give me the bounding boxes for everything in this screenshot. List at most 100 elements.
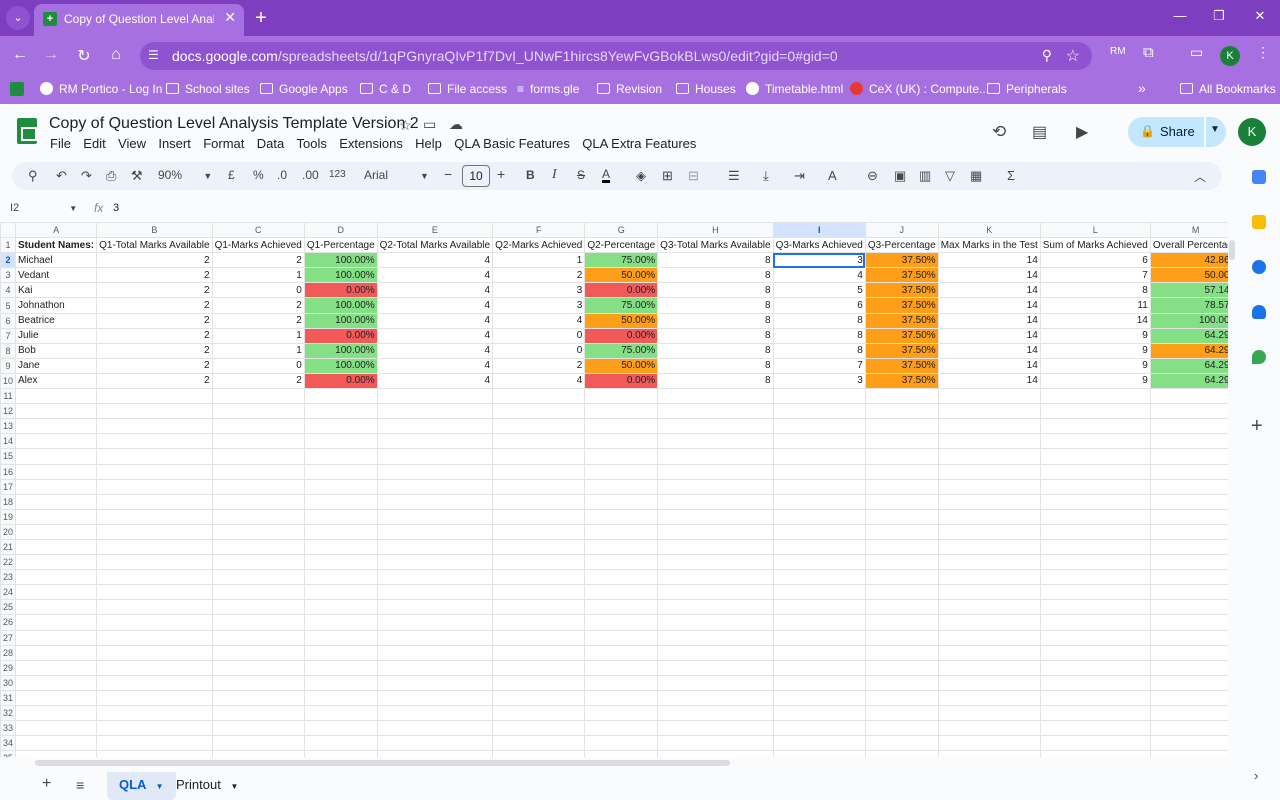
cell-e31[interactable] <box>376 689 494 707</box>
fill-color-icon[interactable]: ◈ <box>636 168 646 184</box>
cell-k8[interactable]: 14 <box>937 342 1041 359</box>
cell-j13[interactable] <box>864 418 939 435</box>
cell-k4[interactable]: 14 <box>937 282 1041 299</box>
cell-k31[interactable] <box>937 689 1041 707</box>
cell-f4[interactable]: 3 <box>492 282 586 299</box>
user-avatar[interactable]: K <box>1238 118 1266 146</box>
row-header[interactable]: 22 <box>0 554 17 571</box>
cell-h35[interactable] <box>657 750 774 757</box>
row-header[interactable]: 4 <box>0 282 17 299</box>
bookmark-timetable[interactable]: Timetable.html <box>746 82 843 96</box>
cell-b18[interactable] <box>96 493 213 510</box>
cell-m20[interactable] <box>1149 523 1228 540</box>
zoom-select[interactable]: 90% ▼ <box>158 168 212 182</box>
vertical-align-icon[interactable]: ⤓ <box>763 168 769 184</box>
cell-h27[interactable] <box>657 629 774 646</box>
cell-a19[interactable] <box>15 508 98 525</box>
cell-a13[interactable] <box>15 418 98 435</box>
cell-i25[interactable] <box>772 599 866 616</box>
cell-h10[interactable]: 8 <box>657 372 774 390</box>
cell-g27[interactable] <box>584 629 659 646</box>
cell-b21[interactable] <box>96 538 213 556</box>
cell-d25[interactable] <box>303 599 378 616</box>
cell-i10[interactable]: 3 <box>772 372 866 390</box>
cell-f16[interactable] <box>492 463 586 480</box>
cell-a4[interactable]: Kai <box>15 282 98 299</box>
cell-g35[interactable] <box>584 750 659 757</box>
cell-f2[interactable]: 1 <box>492 252 586 269</box>
cell-j10[interactable]: 37.50% <box>864 372 939 390</box>
cell-c20[interactable] <box>211 523 305 540</box>
cell-e6[interactable]: 4 <box>376 312 494 329</box>
cell-l19[interactable] <box>1039 508 1151 525</box>
cell-i20[interactable] <box>772 523 866 540</box>
row-header[interactable]: 32 <box>0 704 17 722</box>
cell-k25[interactable] <box>937 599 1041 616</box>
cell-k6[interactable]: 14 <box>937 312 1041 329</box>
cell-f14[interactable] <box>492 433 586 450</box>
cell-d35[interactable] <box>303 750 378 757</box>
cell-h12[interactable] <box>657 403 774 420</box>
cell-c9[interactable]: 0 <box>211 357 305 374</box>
cell-l1[interactable]: Sum of Marks Achieved <box>1039 237 1151 254</box>
calendar-icon[interactable] <box>1252 170 1266 184</box>
cell-b23[interactable] <box>96 569 213 586</box>
cell-j5[interactable]: 37.50% <box>864 297 939 314</box>
cell-g29[interactable] <box>584 659 659 676</box>
cell-b1[interactable]: Q1-Total Marks Available <box>96 237 213 254</box>
cell-j35[interactable] <box>864 750 939 757</box>
vertical-scrollbar[interactable] <box>1229 240 1235 260</box>
cell-d20[interactable] <box>303 523 378 540</box>
cell-k1[interactable]: Max Marks in the Test <box>937 237 1041 254</box>
cell-g19[interactable] <box>584 508 659 525</box>
cell-d16[interactable] <box>303 463 378 480</box>
cell-g28[interactable] <box>584 644 659 661</box>
more-formats-button[interactable]: 123 <box>329 169 346 180</box>
column-header-a[interactable]: A <box>15 222 98 239</box>
cell-d31[interactable] <box>303 689 378 707</box>
cell-m6[interactable]: 100.00% <box>1149 312 1228 329</box>
cell-b29[interactable] <box>96 659 213 676</box>
cell-l14[interactable] <box>1039 433 1151 450</box>
cell-f34[interactable] <box>492 735 586 752</box>
cell-d27[interactable] <box>303 629 378 646</box>
cell-c28[interactable] <box>211 644 305 661</box>
cell-d14[interactable] <box>303 433 378 450</box>
row-header[interactable]: 34 <box>0 735 17 752</box>
cell-h17[interactable] <box>657 478 774 495</box>
cell-c10[interactable]: 2 <box>211 372 305 390</box>
cell-i31[interactable] <box>772 689 866 707</box>
cell-d26[interactable] <box>303 614 378 631</box>
cell-d9[interactable]: 100.00% <box>303 357 378 374</box>
menu-format[interactable]: Format <box>203 136 244 151</box>
cell-g21[interactable] <box>584 538 659 556</box>
row-header[interactable]: 2 <box>0 252 17 269</box>
cell-m27[interactable] <box>1149 629 1228 646</box>
cell-h28[interactable] <box>657 644 774 661</box>
cell-k11[interactable] <box>937 388 1041 405</box>
cell-l25[interactable] <box>1039 599 1151 616</box>
cell-i6[interactable]: 8 <box>772 312 866 329</box>
cell-e5[interactable]: 4 <box>376 297 494 314</box>
row-header[interactable]: 5 <box>0 297 17 314</box>
cell-k17[interactable] <box>937 478 1041 495</box>
bold-button[interactable]: B <box>526 168 535 182</box>
cell-a18[interactable] <box>15 493 98 510</box>
merge-cells-icon[interactable]: ⊟ <box>688 168 699 184</box>
cell-m28[interactable] <box>1149 644 1228 661</box>
cell-i1[interactable]: Q3-Marks Achieved <box>772 237 866 254</box>
cell-m3[interactable]: 50.00% <box>1149 267 1228 284</box>
column-header-k[interactable]: K <box>937 222 1041 239</box>
cell-m13[interactable] <box>1149 418 1228 435</box>
cell-e1[interactable]: Q2-Total Marks Available <box>376 237 494 254</box>
cell-k7[interactable]: 14 <box>937 327 1041 344</box>
search-menus-icon[interactable]: ⚲ <box>28 168 38 184</box>
cell-d3[interactable]: 100.00% <box>303 267 378 284</box>
paint-format-icon[interactable]: ⚒ <box>131 168 143 184</box>
cell-b35[interactable] <box>96 750 213 757</box>
cell-m29[interactable] <box>1149 659 1228 676</box>
bookmark-google-apps[interactable]: Google Apps <box>260 82 348 96</box>
row-header[interactable]: 8 <box>0 342 17 359</box>
cell-e19[interactable] <box>376 508 494 525</box>
cell-e8[interactable]: 4 <box>376 342 494 359</box>
